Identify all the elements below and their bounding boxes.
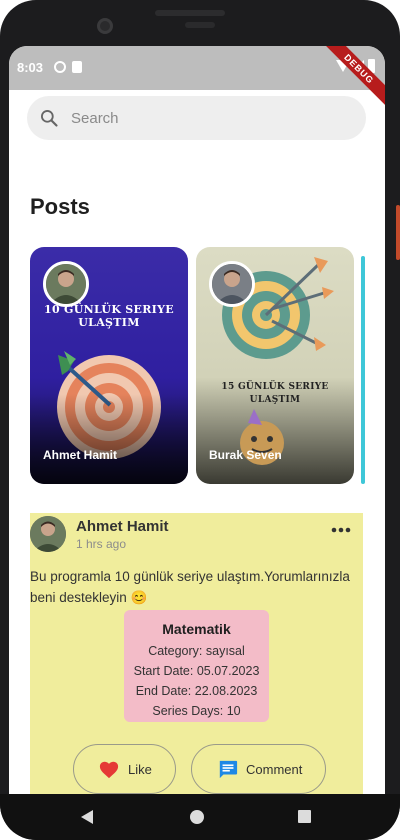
- comment-button[interactable]: Comment: [191, 744, 326, 794]
- avatar[interactable]: [30, 516, 66, 552]
- series-days-text: Series Days: 10: [152, 704, 241, 718]
- story-caption: 10 GÜNLÜK SERIYE ULAŞTIM: [44, 303, 174, 329]
- start-date-text: Start Date: 05.07.2023: [133, 664, 260, 678]
- avatar: [209, 261, 255, 307]
- home-icon[interactable]: [190, 810, 204, 824]
- power-button: [396, 205, 400, 260]
- story-author-name: Ahmet Hamit: [43, 448, 118, 462]
- recent-apps-icon[interactable]: [298, 810, 311, 823]
- back-icon[interactable]: [81, 810, 93, 824]
- comment-label: Comment: [246, 762, 303, 777]
- search-bar[interactable]: [27, 96, 366, 140]
- front-camera: [97, 18, 113, 34]
- sd-card-icon: [72, 61, 82, 73]
- comment-icon: [219, 760, 238, 779]
- avatar: [43, 261, 89, 307]
- series-info-card: Matematik Category: sayısal Start Date: …: [124, 610, 269, 722]
- search-input[interactable]: [71, 96, 351, 140]
- story-author-name: Burak Seven: [209, 448, 282, 462]
- story-card-burak[interactable]: 15 GÜNLÜK SERIYE ULAŞTIM Burak Seven: [196, 247, 354, 484]
- system-nav-bar: [0, 794, 400, 840]
- search-icon: [41, 110, 58, 127]
- phone-frame: 8:03 DEBUG Posts: [0, 0, 400, 840]
- like-label: Like: [128, 762, 152, 777]
- story-card-next[interactable]: [361, 256, 365, 484]
- category-text: Category: sayısal: [148, 644, 245, 658]
- post-author-name[interactable]: Ahmet Hamit: [76, 518, 169, 535]
- subject-title: Matematik: [162, 621, 231, 637]
- story-shade: [30, 394, 188, 484]
- notification-icon: [54, 61, 66, 73]
- proximity-sensor: [185, 22, 215, 28]
- post-timestamp: 1 hrs ago: [76, 537, 127, 551]
- story-card-ahmet[interactable]: 10 GÜNLÜK SERIYE ULAŞTIM Ahmet Hamit: [30, 247, 188, 484]
- posts-heading: Posts: [30, 194, 90, 219]
- story-caption: 15 GÜNLÜK SERIYE ULAŞTIM: [221, 382, 329, 405]
- more-icon[interactable]: [330, 525, 352, 535]
- earpiece: [155, 10, 225, 16]
- app-screen: 8:03 DEBUG Posts: [9, 46, 385, 794]
- status-time: 8:03: [17, 60, 44, 75]
- post-body-text: Bu programla 10 günlük seriye ulaştım.Yo…: [30, 569, 350, 605]
- end-date-text: End Date: 22.08.2023: [135, 684, 258, 698]
- status-bar: 8:03 DEBUG: [9, 46, 385, 117]
- post-card: Ahmet Hamit 1 hrs ago Bu programla 10 gü…: [30, 513, 363, 794]
- heart-icon: [99, 761, 119, 779]
- like-button[interactable]: Like: [73, 744, 176, 794]
